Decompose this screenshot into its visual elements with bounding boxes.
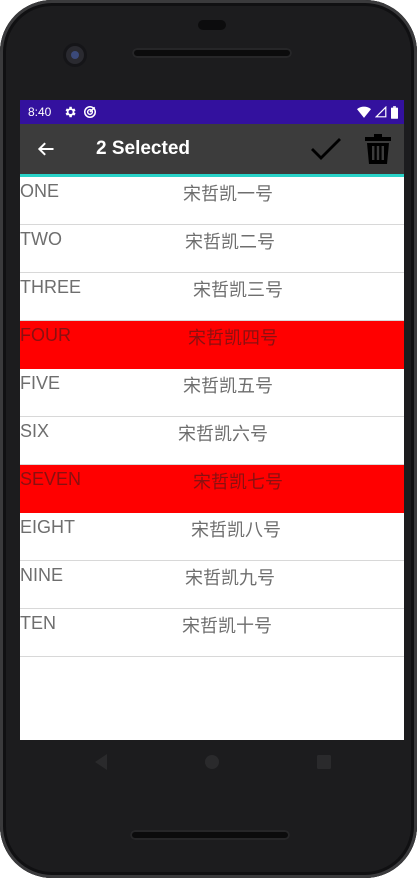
selection-count-title: 2 Selected xyxy=(96,138,190,159)
list-item[interactable]: ONE 宋哲凯一号 xyxy=(20,177,404,225)
list-item-english-label: SEVEN xyxy=(20,469,82,489)
front-camera xyxy=(66,46,84,64)
phone-frame: 8:40 2 Selected ONE 宋哲凯一号 TWO 宋哲凯二号 THRE… xyxy=(0,0,417,878)
list-item-english-label: SIX xyxy=(20,421,50,441)
list-item[interactable]: FIVE 宋哲凯五号 xyxy=(20,369,404,417)
list-item[interactable]: FOUR 宋哲凯四号 xyxy=(20,321,404,369)
cellular-signal-icon xyxy=(375,106,387,118)
list-item-english-label: ONE xyxy=(20,181,60,201)
navigation-bar xyxy=(20,740,404,784)
list-item[interactable]: THREE 宋哲凯三号 xyxy=(20,273,404,321)
check-icon xyxy=(311,138,341,160)
bottom-speaker-grille xyxy=(130,830,290,840)
nav-home-icon[interactable] xyxy=(202,752,222,772)
list-item-english-label: THREE xyxy=(20,277,82,297)
list-item[interactable]: EIGHT 宋哲凯八号 xyxy=(20,513,404,561)
list-item-chinese-label: 宋哲凯六号 xyxy=(178,424,268,445)
status-bar: 8:40 xyxy=(20,100,404,124)
list-item[interactable]: TEN 宋哲凯十号 xyxy=(20,609,404,657)
list-item-chinese-label: 宋哲凯二号 xyxy=(185,232,275,253)
top-speaker-grille xyxy=(132,48,292,58)
list-item[interactable]: SIX 宋哲凯六号 xyxy=(20,417,404,465)
list-item-english-label: TWO xyxy=(20,229,62,249)
list-item-english-label: FOUR xyxy=(20,325,71,345)
wifi-icon xyxy=(357,106,371,118)
nav-recents-icon[interactable] xyxy=(314,752,334,772)
list-item-english-label: TEN xyxy=(20,613,56,633)
back-button[interactable] xyxy=(20,124,72,174)
settings-gear-icon xyxy=(65,106,76,118)
list-item-chinese-label: 宋哲凯九号 xyxy=(185,568,275,589)
list-item-chinese-label: 宋哲凯三号 xyxy=(193,280,283,301)
trash-icon xyxy=(365,134,391,164)
contextual-action-bar: 2 Selected xyxy=(20,124,404,177)
earpiece-slot xyxy=(198,20,226,30)
screen: 8:40 2 Selected ONE 宋哲凯一号 TWO 宋哲凯二号 THRE… xyxy=(20,100,404,740)
list-item[interactable]: NINE 宋哲凯九号 xyxy=(20,561,404,609)
list-item[interactable]: TWO 宋哲凯二号 xyxy=(20,225,404,273)
item-list: ONE 宋哲凯一号 TWO 宋哲凯二号 THREE 宋哲凯三号 FOUR 宋哲凯四号 FIVE 宋… xyxy=(20,177,404,657)
list-item[interactable]: SEVEN 宋哲凯七号 xyxy=(20,465,404,513)
battery-icon xyxy=(391,105,398,119)
sync-status-icon xyxy=(84,105,97,119)
delete-button[interactable] xyxy=(352,124,404,174)
nav-back-icon[interactable] xyxy=(92,752,112,772)
list-item-english-label: FIVE xyxy=(20,373,61,393)
list-item-english-label: EIGHT xyxy=(20,517,76,537)
status-indicators xyxy=(357,105,398,119)
list-item-chinese-label: 宋哲凯五号 xyxy=(183,376,273,397)
status-time: 8:40 xyxy=(28,105,52,119)
confirm-button[interactable] xyxy=(300,124,352,174)
list-item-chinese-label: 宋哲凯八号 xyxy=(191,520,281,541)
list-item-chinese-label: 宋哲凯七号 xyxy=(193,472,283,493)
list-item-chinese-label: 宋哲凯十号 xyxy=(182,616,272,637)
list-item-chinese-label: 宋哲凯一号 xyxy=(183,184,273,205)
arrow-back-icon xyxy=(37,142,54,156)
list-item-chinese-label: 宋哲凯四号 xyxy=(188,328,278,349)
list-item-english-label: NINE xyxy=(20,565,64,585)
action-buttons xyxy=(300,124,404,174)
